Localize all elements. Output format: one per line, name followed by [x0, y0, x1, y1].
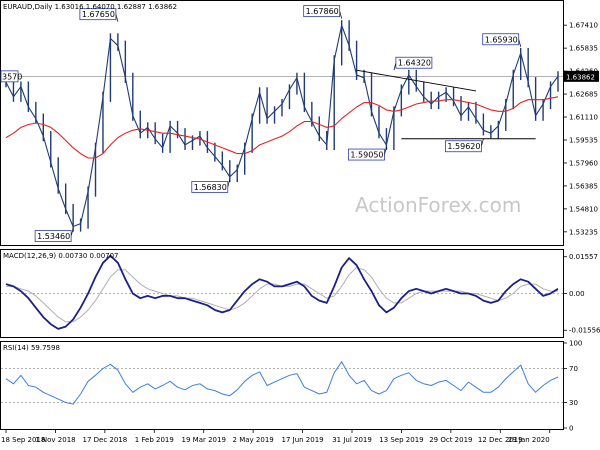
macd-y-axis: 0.01557 0.00 -0.01556: [563, 253, 600, 335]
left-tag-label: 3570: [2, 72, 22, 81]
date-tick-label: 17 Jun 2019: [282, 436, 324, 444]
price-panel-title: EURAUD,Daily 1.63016 1.64070 1.62887 1.6…: [3, 3, 177, 11]
price-y-tick-label: 1.54810: [569, 205, 598, 213]
date-axis: 18 Sep 20181 Nov 2018 17 Dec 2018 1 Feb 20…: [1, 429, 551, 444]
date-tick-label: 2 May 2019: [233, 436, 274, 444]
callout-label: 1.59620: [447, 142, 480, 151]
callout-label: 1.56830: [194, 183, 227, 192]
callout-label: 1.59050: [350, 151, 383, 160]
rsi-y-tick-label: 0: [569, 425, 573, 433]
price-y-tick-label: 1.61110: [569, 114, 598, 122]
rsi-y-tick-label: 30: [569, 399, 578, 407]
last-price-label: 1.63862: [566, 73, 595, 81]
date-tick-label: 1 Feb 2019: [135, 436, 174, 444]
price-y-tick-label: 1.65835: [569, 45, 598, 53]
price-y-tick-label: 1.67410: [569, 22, 598, 30]
macd-y-tick-label: 0.01557: [569, 253, 598, 261]
rsi-y-tick-label: 70: [569, 365, 578, 373]
rsi-panel-frame: [0, 341, 564, 430]
rsi-panel-title: RSI(14) 59.7598: [3, 344, 60, 352]
date-tick-label: 31 Jul 2019: [332, 436, 372, 444]
price-y-tick-label: 1.57960: [569, 159, 598, 167]
price-y-tick-label: 1.53235: [569, 228, 598, 236]
price-y-axis: 1.674101.658351.642601.626851.611101.595…: [563, 22, 599, 236]
callout-label: 1.65930: [485, 35, 518, 44]
macd-y-tick-label: 0.00: [569, 290, 585, 298]
rsi-y-tick-label: 100: [569, 340, 582, 348]
date-tick-label: 1 Nov 2018: [35, 436, 75, 444]
watermark: ActionForex.com: [355, 193, 521, 217]
date-tick-label: 29 Jan 2020: [508, 436, 550, 444]
callout-label: 1.64320: [398, 59, 431, 68]
callout-label: 1.67860: [306, 7, 339, 16]
price-y-tick-label: 1.56385: [569, 182, 598, 190]
macd-panel-title: MACD(12,26,9) 0.00730 0.00707: [3, 252, 119, 260]
date-tick-label: 13 Sep 2019: [379, 436, 423, 444]
date-tick-label: 19 Mar 2019: [182, 436, 226, 444]
macd-y-tick-label: -0.01556: [569, 327, 600, 335]
callout-label: 1.67650: [82, 10, 115, 19]
date-tick-label: 17 Dec 2018: [82, 436, 127, 444]
date-tick-label: 29 Oct 2019: [429, 436, 472, 444]
chart-canvas: ActionForex.com 1.67650 1.53460 1.56830 1.6…: [0, 0, 600, 444]
callout-label: 1.53460: [37, 232, 70, 241]
price-y-tick-label: 1.59535: [569, 136, 598, 144]
price-y-tick-label: 1.62685: [569, 91, 598, 99]
rsi-y-axis: 100 70 30 0: [563, 340, 582, 433]
forex-chart: ActionForex.com 1.67650 1.53460 1.56830 1.6…: [0, 0, 600, 450]
